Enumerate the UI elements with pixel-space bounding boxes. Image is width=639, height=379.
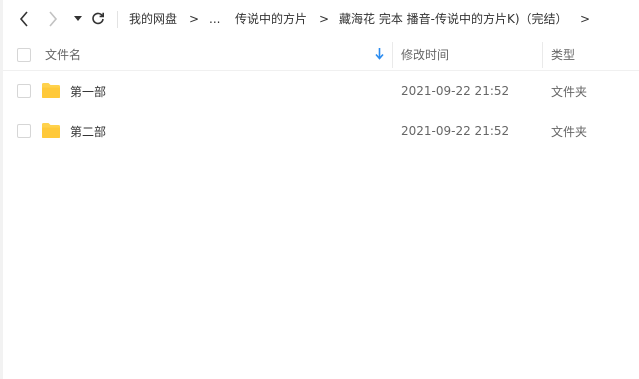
folder-icon [42,123,60,138]
row-checkbox[interactable] [17,84,31,98]
chevron-right-icon [49,11,58,27]
select-all-checkbox[interactable] [17,48,31,62]
header-type[interactable]: 类型 [551,38,575,70]
breadcrumb-separator: > [319,12,330,26]
folder-icon [42,83,60,98]
file-list-header: 文件名 修改时间 类型 [3,38,639,71]
file-type: 文件夹 [551,124,588,139]
file-type: 文件夹 [551,84,588,99]
arrow-down-icon [375,48,384,60]
table-row[interactable]: 第一部 2021-09-22 21:52 文件夹 [3,71,639,111]
history-dropdown-button[interactable] [68,8,88,30]
column-divider[interactable] [392,42,393,68]
navigation-bar: 我的网盘 > ... 传说中的方片 > 藏海花 完本 播音-传说中的方片K)（完… [0,0,639,38]
refresh-icon [92,12,104,25]
row-checkbox[interactable] [17,124,31,138]
breadcrumb-my-drive[interactable]: 我的网盘 [129,11,177,27]
back-button[interactable] [14,8,34,30]
breadcrumb-separator: > [580,12,591,26]
caret-down-icon [74,16,82,21]
file-name[interactable]: 第一部 [70,71,106,111]
file-name[interactable]: 第二部 [70,111,106,151]
refresh-button[interactable] [88,8,108,30]
file-modified: 2021-09-22 21:52 [401,84,510,98]
column-divider[interactable] [542,42,543,68]
breadcrumb-folder-current[interactable]: 藏海花 完本 播音-传说中的方片K)（完结） [339,11,568,27]
breadcrumb-ellipsis[interactable]: ... [209,11,220,27]
breadcrumb-separator: > [189,12,200,26]
file-modified: 2021-09-22 21:52 [401,124,510,138]
sort-indicator[interactable] [375,38,384,70]
breadcrumb-folder-parent[interactable]: 传说中的方片 [235,11,307,27]
chevron-left-icon [19,11,28,27]
header-modified[interactable]: 修改时间 [401,38,449,70]
table-row[interactable]: 第二部 2021-09-22 21:52 文件夹 [3,111,639,151]
forward-button[interactable] [43,8,63,30]
header-name[interactable]: 文件名 [45,38,81,70]
nav-divider [117,11,118,28]
